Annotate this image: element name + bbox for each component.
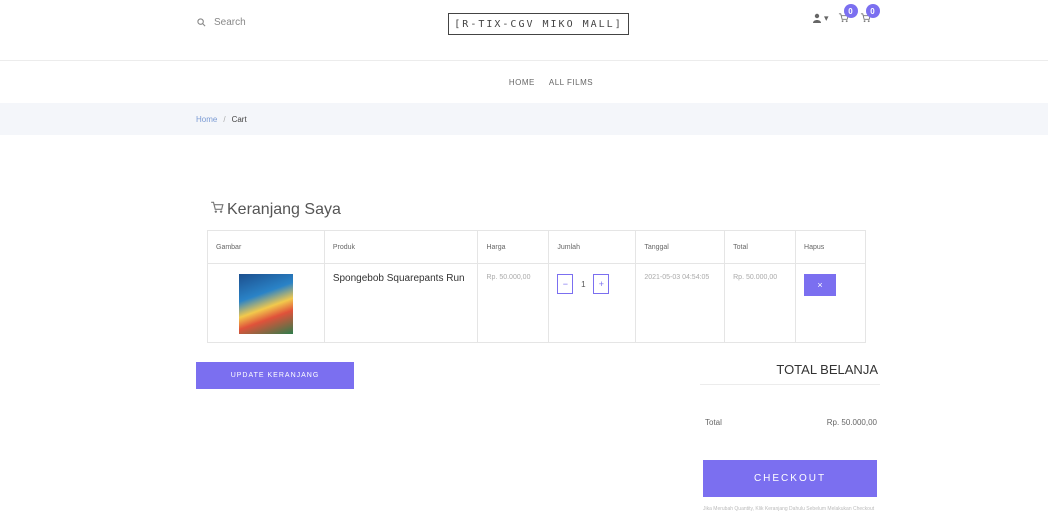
header-divider	[0, 60, 1048, 61]
product-image-cell	[207, 263, 325, 343]
column-header-price: Harga	[477, 230, 550, 264]
cart-link-2[interactable]: 0	[860, 4, 880, 25]
row-total-cell: Rp. 50.000,00	[724, 263, 797, 343]
column-header-delete: Hapus	[795, 230, 866, 264]
row-total: Rp. 50.000,00	[733, 274, 778, 281]
column-header-quantity: Jumlah	[548, 230, 637, 264]
summary-heading: TOTAL BELANJA	[776, 362, 878, 377]
summary-total-value: Rp. 50.000,00	[826, 418, 877, 427]
column-header-image: Gambar	[207, 230, 325, 264]
column-header-date: Tanggal	[635, 230, 726, 264]
cart-title-icon	[210, 200, 224, 219]
quantity-decrease-button[interactable]: −	[557, 274, 574, 294]
search-box[interactable]: Search	[197, 17, 246, 28]
chevron-down-icon: ▾	[824, 13, 829, 23]
page-title: Keranjang Saya	[210, 200, 341, 219]
delete-item-button[interactable]: ×	[804, 274, 837, 296]
column-header-product: Produk	[323, 230, 479, 264]
user-icon	[812, 13, 822, 25]
breadcrumb: Home / Cart	[0, 103, 1048, 135]
nav-item-home[interactable]: HOME	[509, 78, 535, 87]
summary-divider	[700, 384, 880, 385]
cart-table: Gambar Produk Harga Jumlah Tanggal Total…	[207, 230, 866, 343]
breadcrumb-current: Cart	[231, 114, 247, 124]
breadcrumb-separator: /	[223, 114, 226, 124]
delete-cell: ×	[795, 263, 866, 343]
search-icon	[197, 18, 206, 27]
quantity-cell: − 1 +	[548, 263, 637, 343]
product-image	[238, 274, 293, 334]
summary-total-label: Total	[705, 418, 722, 427]
breadcrumb-home-link[interactable]: Home	[196, 115, 217, 124]
quantity-input[interactable]: 1	[573, 280, 593, 289]
order-date: 2021-05-03 04:54:05	[644, 274, 710, 281]
site-logo[interactable]: [R-TIX-CGV MIKO MALL]	[448, 13, 629, 35]
checkout-button[interactable]: CHECKOUT	[703, 460, 877, 497]
table-row: Spongebob Squarepants Run Rp. 50.000,00 …	[207, 263, 866, 343]
search-label[interactable]: Search	[214, 17, 246, 28]
product-name-cell: Spongebob Squarepants Run	[323, 263, 479, 343]
product-price: Rp. 50.000,00	[486, 274, 531, 281]
cart-badge: 0	[843, 4, 858, 18]
main-nav: HOME ALL FILMS	[0, 78, 1048, 87]
product-name: Spongebob Squarepants Run	[332, 273, 465, 284]
page-title-text: Keranjang Saya	[227, 200, 341, 218]
column-header-total: Total	[724, 230, 797, 264]
price-cell: Rp. 50.000,00	[477, 263, 550, 343]
quantity-stepper: − 1 +	[557, 274, 627, 294]
checkout-note: Jika Merubah Quantity, Klik Keranjang Da…	[703, 506, 875, 512]
date-cell: 2021-05-03 04:54:05	[635, 263, 726, 343]
nav-item-all-films[interactable]: ALL FILMS	[549, 78, 593, 87]
user-menu[interactable]: ▾	[812, 13, 829, 25]
quantity-increase-button[interactable]: +	[593, 274, 610, 294]
header-actions: ▾ 0 0	[812, 4, 880, 25]
table-header-row: Gambar Produk Harga Jumlah Tanggal Total…	[207, 230, 866, 264]
cart-link-1[interactable]: 0	[838, 4, 858, 25]
cart-badge: 0	[865, 4, 880, 18]
update-cart-button[interactable]: UPDATE KERANJANG	[196, 362, 354, 389]
